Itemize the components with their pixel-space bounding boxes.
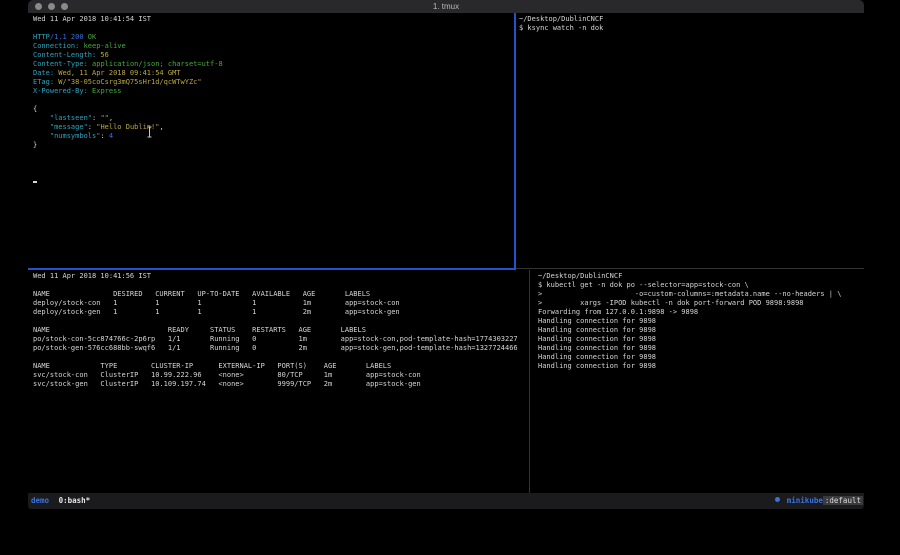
tmux-status-bar: demo 0:bash* minikube:default <box>28 493 864 509</box>
http-response-output: Wed 11 Apr 2018 10:41:54 ISTHTTP/1.1 200… <box>33 15 223 186</box>
pane-http-response[interactable]: Wed 11 Apr 2018 10:41:54 ISTHTTP/1.1 200… <box>33 15 223 186</box>
kubectl-get-output: Wed 11 Apr 2018 10:41:56 ISTNAME DESIRED… <box>33 272 518 389</box>
pane-kubectl-get[interactable]: Wed 11 Apr 2018 10:41:56 ISTNAME DESIRED… <box>33 272 518 389</box>
port-forward-output: ~/Desktop/DublinCNCF$ kubectl get -n dok… <box>538 272 841 371</box>
pane-divider-horizontal-active[interactable] <box>28 268 516 270</box>
session-name: demo <box>31 496 49 505</box>
pane-divider-vertical-top[interactable] <box>514 13 516 269</box>
pane-divider-horizontal[interactable] <box>516 268 864 269</box>
text-cursor-pointer-icon <box>146 123 153 135</box>
desktop: 1. tmux Wed 11 Apr 2018 10:41:54 ISTHTTP… <box>0 0 900 555</box>
window-title: 1. tmux <box>28 1 864 12</box>
window-titlebar[interactable]: 1. tmux <box>28 0 864 13</box>
pane-port-forward[interactable]: ~/Desktop/DublinCNCF$ kubectl get -n dok… <box>538 272 841 371</box>
kube-namespace: :default <box>823 496 863 505</box>
terminal-window: 1. tmux Wed 11 Apr 2018 10:41:54 ISTHTTP… <box>28 0 864 510</box>
window-indicator[interactable]: 0:bash* <box>59 496 91 505</box>
pane-divider-vertical-bottom[interactable] <box>529 270 530 493</box>
pane-ksync[interactable]: ~/Desktop/DublinCNCF$ ksync watch -n dok <box>519 15 603 33</box>
ksync-output: ~/Desktop/DublinCNCF$ ksync watch -n dok <box>519 15 603 33</box>
status-right: minikube:default <box>775 493 863 509</box>
tmux-terminal: Wed 11 Apr 2018 10:41:54 ISTHTTP/1.1 200… <box>28 13 864 493</box>
kube-context: minikube <box>787 496 823 505</box>
kubernetes-helm-icon <box>775 497 780 502</box>
